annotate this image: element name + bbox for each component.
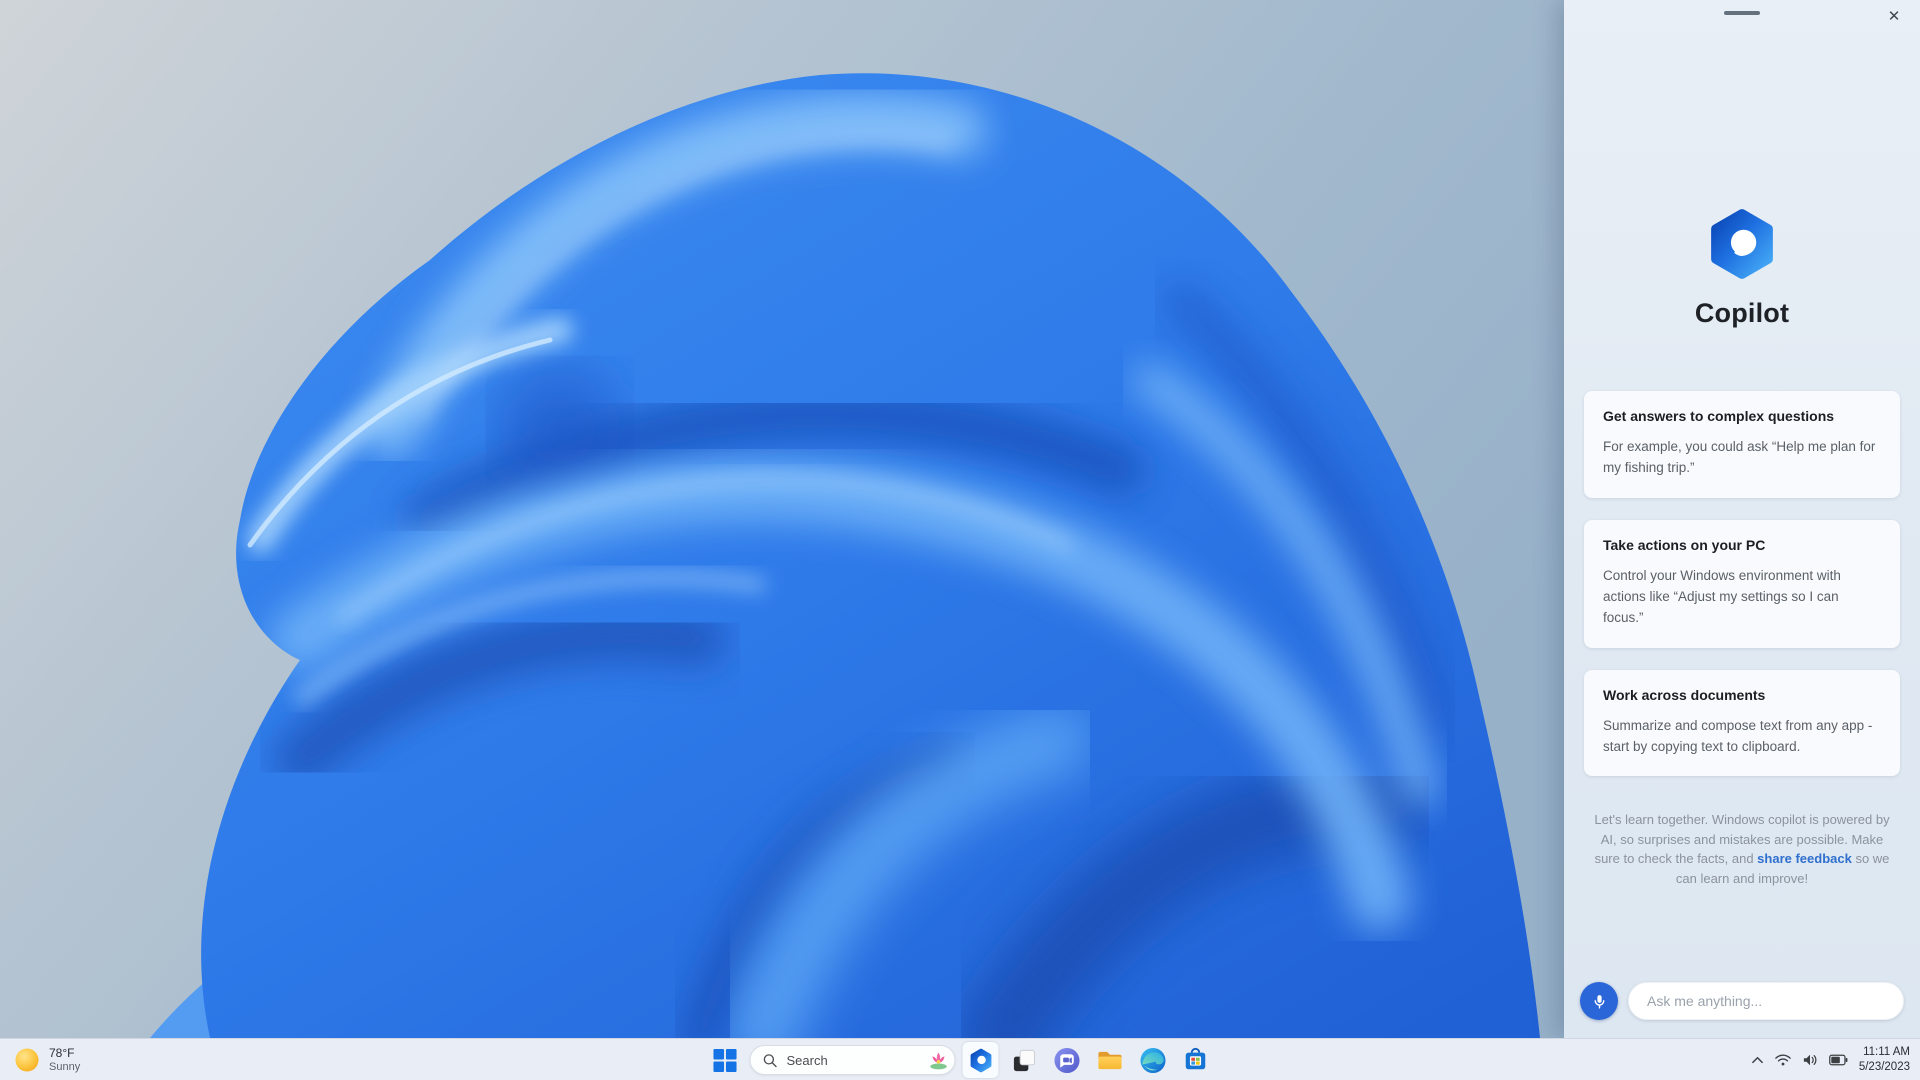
weather-temp: 78°F — [49, 1045, 75, 1060]
copilot-icon — [970, 1048, 991, 1072]
desktop-screen: ✕ Copilot Get answers to complex questio… — [0, 0, 1920, 1080]
taskbar-app-copilot[interactable] — [962, 1042, 999, 1078]
battery-status[interactable] — [1828, 1054, 1848, 1066]
edge-icon — [1139, 1047, 1166, 1073]
weather-widget[interactable]: 78°F Sunny — [14, 1039, 80, 1080]
weather-condition: Sunny — [49, 1060, 81, 1073]
chat-input-row — [1564, 982, 1920, 1038]
file-explorer-icon — [1097, 1051, 1122, 1069]
ai-disclaimer: Let's learn together. Windows copilot is… — [1564, 810, 1920, 888]
taskbar-center: Search — [707, 1039, 1214, 1080]
volume-status[interactable] — [1802, 1053, 1818, 1067]
taskbar-app-store[interactable] — [1178, 1042, 1214, 1078]
wifi-icon — [1775, 1054, 1791, 1066]
system-tray: 11:11 AM 5/23/2023 — [1751, 1039, 1910, 1080]
taskbar: 78°F Sunny Search 11:11 AM 5/23/2023 — [0, 1038, 1920, 1080]
search-box[interactable]: Search — [749, 1045, 956, 1075]
taskbar-app-file-explorer[interactable] — [1092, 1042, 1128, 1078]
start-button[interactable] — [707, 1042, 743, 1078]
taskbar-app-edge[interactable] — [1135, 1042, 1171, 1078]
card-work-across-documents[interactable]: Work across documents Summarize and comp… — [1584, 669, 1900, 777]
task-view-icon — [1013, 1049, 1035, 1071]
clock-time: 11:11 AM — [1863, 1046, 1910, 1059]
panel-title: Copilot — [1694, 298, 1790, 328]
windows-start-icon — [712, 1048, 737, 1072]
card-take-actions[interactable]: Take actions on your PC Control your Win… — [1584, 519, 1900, 648]
copilot-logo — [1564, 206, 1920, 282]
bloom-wallpaper — [0, 0, 1564, 1038]
battery-icon — [1828, 1054, 1848, 1066]
clock[interactable]: 11:11 AM 5/23/2023 — [1859, 1045, 1910, 1075]
hidden-icons-chevron[interactable] — [1751, 1054, 1764, 1067]
panel-titlebar: ✕ — [1564, 0, 1920, 30]
suggestion-cards: Get answers to complex questions For exa… — [1564, 391, 1920, 798]
wifi-status[interactable] — [1775, 1053, 1791, 1067]
search-icon — [763, 1053, 777, 1067]
copilot-panel: ✕ Copilot Get answers to complex questio… — [1564, 0, 1920, 1038]
weather-text: 78°F Sunny — [49, 1046, 80, 1075]
store-icon — [1185, 1047, 1206, 1070]
close-icon[interactable]: ✕ — [1882, 4, 1906, 28]
panel-drag-handle[interactable] — [1724, 11, 1760, 15]
taskbar-app-chat[interactable] — [1049, 1042, 1085, 1078]
speaker-icon — [1803, 1054, 1817, 1066]
search-label: Search — [786, 1052, 828, 1068]
chat-icon — [1053, 1047, 1080, 1073]
clock-date: 5/23/2023 — [1858, 1061, 1910, 1073]
ask-me-anything-input[interactable] — [1628, 982, 1904, 1020]
chevron-up-icon — [1751, 1056, 1763, 1063]
search-highlight-flower-icon — [930, 1052, 947, 1070]
card-complex-questions[interactable]: Get answers to complex questions For exa… — [1584, 391, 1900, 498]
taskbar-app-task-view[interactable] — [1006, 1042, 1042, 1078]
share-feedback-link[interactable]: share feedback — [1757, 851, 1852, 866]
microphone-icon — [1594, 994, 1604, 1009]
mic-button[interactable] — [1580, 982, 1618, 1020]
sun-icon — [15, 1048, 39, 1072]
